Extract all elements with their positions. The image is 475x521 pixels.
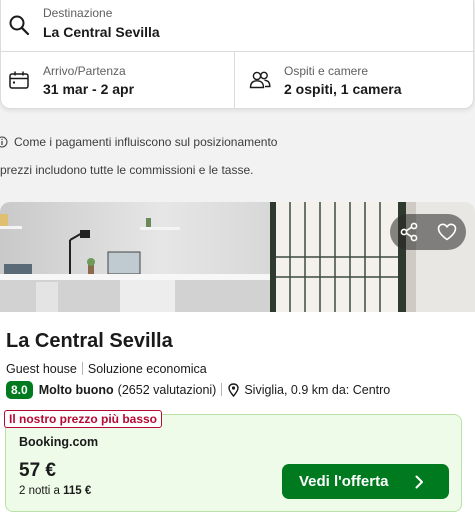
prices-info-text: prezzi includono tutte le commissioni e … [0,163,254,177]
share-button[interactable] [390,214,428,250]
search-icon [9,15,30,36]
ranking-info-link[interactable]: Come i pagamenti influiscono sul posizio… [0,135,277,149]
destination-value: La Central Sevilla [43,24,160,40]
hotel-name[interactable]: La Central Sevilla [6,330,173,353]
photo-actions [390,214,466,250]
destination-label: Destinazione [43,6,113,20]
rating-line: 8.0 Molto buono (2652 valutazioni) Sivig… [6,380,390,399]
hotel-type: Guest house [6,362,77,376]
rating-label: Molto buono [38,382,114,397]
dates-label: Arrivo/Partenza [43,64,126,78]
dates-field[interactable]: Arrivo/Partenza 31 mar - 2 apr [1,52,235,109]
dates-value: 31 mar - 2 apr [43,81,135,97]
share-icon [400,222,418,242]
guests-icon [249,71,271,89]
dates-guests-row: Arrivo/Partenza 31 mar - 2 apr Ospiti e … [1,52,473,109]
guests-field[interactable]: Ospiti e camere 2 ospiti, 1 camera [235,52,475,109]
destination-field[interactable]: Destinazione La Central Sevilla [1,0,473,52]
nights-total: 2 notti a 115 € [19,485,91,497]
guests-value: 2 ospiti, 1 camera [284,81,402,97]
info-icon [0,136,8,148]
heart-icon [437,223,457,241]
chevron-right-icon [415,475,423,489]
calendar-icon [9,71,29,89]
hotel-category: Soluzione economica [87,362,207,376]
ranking-info-text: Come i pagamenti influiscono sul posizio… [14,135,278,149]
location-text[interactable]: Siviglia, 0.9 km da: Centro [244,383,390,397]
favorite-button[interactable] [428,214,466,250]
divider [221,383,223,396]
location-pin-icon [228,382,240,397]
nights-prefix: 2 notti a [19,485,60,497]
lowest-price-badge: Il nostro prezzo più basso [4,410,163,428]
deal-price: 57 € [19,460,56,481]
divider [81,362,83,375]
review-count[interactable]: (2652 valutazioni) [118,383,217,397]
nights-total-price: 115 € [63,485,92,497]
deal-provider: Booking.com [19,435,99,449]
view-deal-button[interactable]: Vedi l'offerta [282,464,449,499]
hotel-card[interactable]: La Central Sevilla Guest house Soluzione … [0,202,475,521]
view-deal-label: Vedi l'offerta [299,473,389,490]
search-panel: Destinazione La Central Sevilla Arrivo/P… [0,0,474,109]
rating-score-badge: 8.0 [6,380,33,399]
guests-label: Ospiti e camere [284,64,369,78]
hotel-meta: Guest house Soluzione economica [6,362,207,376]
